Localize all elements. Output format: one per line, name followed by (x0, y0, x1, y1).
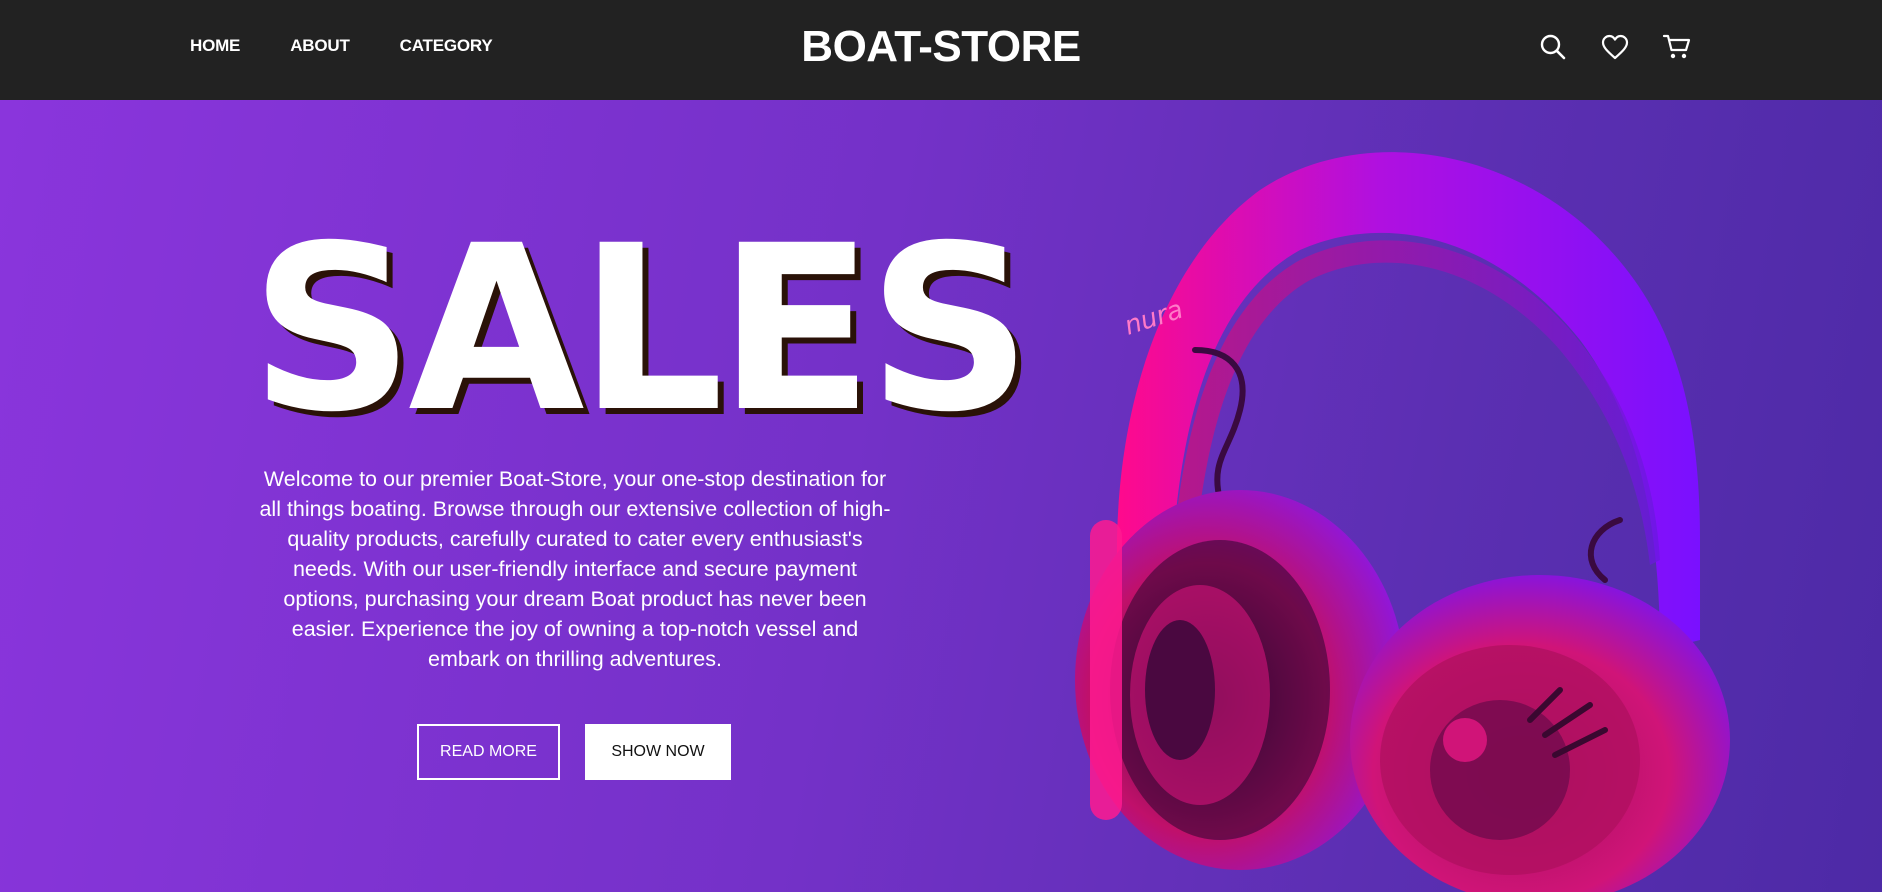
search-icon (1540, 34, 1566, 60)
hero-description: Welcome to our premier Boat-Store, your … (259, 467, 891, 671)
hero-section: SALES Welcome to our premier Boat-Store,… (0, 100, 1882, 892)
cart-button[interactable] (1660, 30, 1694, 64)
read-more-button[interactable]: READ MORE (417, 724, 560, 780)
show-now-button[interactable]: SHOW NOW (585, 724, 731, 780)
nav-about-link[interactable]: ABOUT (290, 36, 350, 56)
cart-icon (1662, 34, 1691, 59)
headphones-product-image: nura (1075, 152, 1730, 892)
header-actions (1536, 30, 1694, 64)
main-nav: HOME ABOUT CATEGORY (190, 36, 493, 56)
hero-headline: SALES (250, 196, 1032, 462)
heart-icon (1601, 34, 1629, 60)
nav-home-link[interactable]: HOME (190, 36, 240, 56)
top-navigation-bar: HOME ABOUT CATEGORY BOAT-STORE (0, 0, 1882, 100)
nav-category-link[interactable]: CATEGORY (400, 36, 493, 56)
wishlist-button[interactable] (1598, 30, 1632, 64)
search-button[interactable] (1536, 30, 1570, 64)
brand-logo[interactable]: BOAT-STORE (801, 22, 1081, 71)
